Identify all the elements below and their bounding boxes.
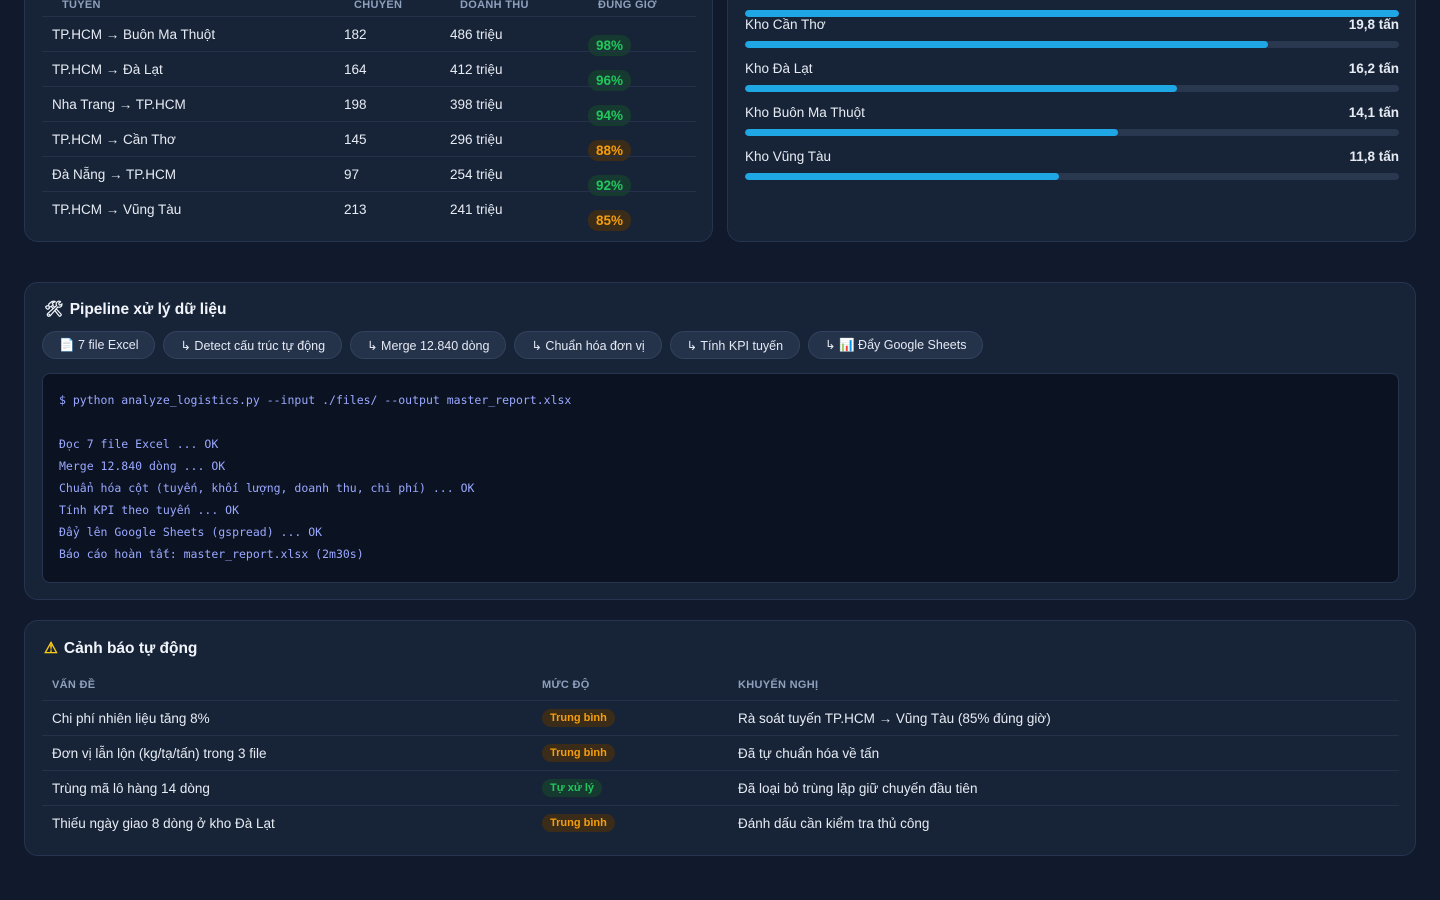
route-name: Đà Nẵng → TP.HCM (52, 167, 177, 182)
route-name: Nha Trang → TP.HCM (52, 97, 186, 112)
warehouse-value: 14,1 tấn (1348, 105, 1399, 120)
route-revenue: 412 triệu (450, 62, 503, 77)
pipeline-steps: 📄 7 file Excel ↳ Detect cấu trúc tự động ↳… (42, 331, 984, 359)
warehouse-value: 16,2 tấn (1348, 61, 1399, 76)
pipeline-title: 🛠 Pipeline xử lý dữ liệu (44, 300, 227, 319)
warehouse-bar-fill (745, 173, 1059, 180)
alerts-title-text: Cảnh báo tự động (63, 640, 198, 657)
ontime-badge: 85% (588, 210, 632, 231)
alert-issue: Đơn vị lẫn lộn (kg/tạ/tấn) trong 3 file (52, 746, 267, 761)
routes-table-header: TUYẾN CHUYẾN DOANH THU ĐÚNG GIỜ (52, 0, 696, 15)
route-name: TP.HCM → Cần Thơ (52, 132, 176, 147)
warehouse-name: Kho Buôn Ma Thuột (745, 105, 865, 120)
col-advice-header: KHUYẾN NGHỊ (738, 679, 819, 691)
route-revenue: 398 triệu (450, 97, 503, 112)
table-row: TP.HCM → Đà Lạt 164 412 triệu 96% (42, 51, 696, 91)
alert-advice: Đánh dấu cần kiểm tra thủ công (738, 816, 930, 831)
warehouse-name: Kho Đà Lạt (745, 61, 813, 76)
pipeline-step[interactable]: ↳ Detect cấu trúc tự động (163, 331, 343, 359)
col-route-header: TUYẾN (62, 0, 101, 11)
route-trips: 213 (344, 202, 367, 217)
alert-issue: Chi phí nhiên liệu tăng 8% (52, 711, 210, 726)
pipeline-step[interactable]: 📄 7 file Excel (42, 331, 156, 359)
table-row: TP.HCM → Buôn Ma Thuột 182 486 triệu 98% (42, 16, 696, 56)
route-name: TP.HCM → Đà Lạt (52, 62, 163, 77)
alerts-title: ⚠ Cảnh báo tự động (44, 639, 197, 658)
warehouse-bar-track (745, 129, 1399, 136)
terminal-line: Tính KPI theo tuyến ... OK (59, 503, 240, 517)
alert-issue: Trùng mã lô hàng 14 dòng (52, 781, 210, 796)
route-trips: 164 (344, 62, 367, 77)
warehouse-bar-track (745, 41, 1399, 48)
route-revenue: 296 triệu (450, 132, 503, 147)
alert-issue: Thiếu ngày giao 8 dòng ở kho Đà Lạt (52, 816, 275, 831)
terminal-line: $ python analyze_logistics.py --input ./… (59, 393, 572, 407)
pipeline-step[interactable]: ↳ Tính KPI tuyến (669, 331, 801, 359)
table-row: TP.HCM → Cần Thơ 145 296 triệu 88% (42, 121, 696, 161)
route-revenue: 254 triệu (450, 167, 503, 182)
terminal-line: Đọc 7 file Excel ... OK (59, 437, 219, 451)
terminal-output: $ python analyze_logistics.py --input ./… (42, 373, 1399, 583)
route-name: TP.HCM → Vũng Tàu (52, 202, 182, 217)
table-row: Chi phí nhiên liệu tăng 8% Trung bình Rà s… (42, 700, 1399, 736)
pipeline-step[interactable]: ↳ 📊 Đẩy Google Sheets (808, 331, 984, 359)
alert-advice: Rà soát tuyến TP.HCM → Vũng Tàu (85% đún… (738, 711, 1051, 726)
pipeline-step[interactable]: ↳ Merge 12.840 dòng (350, 331, 507, 359)
warehouse-item: Kho Buôn Ma Thuột 14,1 tấn (745, 105, 1399, 149)
warehouse-item: Kho Đà Lạt 16,2 tấn (745, 61, 1399, 105)
col-issue-header: VẤN ĐỀ (52, 679, 96, 691)
warehouse-value: 19,8 tấn (1348, 17, 1399, 32)
warehouse-bar-fill (745, 85, 1177, 92)
col-level-header: MỨC ĐỘ (542, 679, 590, 691)
warehouse-bar-fill (745, 129, 1118, 136)
pipeline-card: 🛠 Pipeline xử lý dữ liệu 📄 7 file Excel ↳ … (24, 282, 1416, 600)
terminal-line: Merge 12.840 dòng ... OK (59, 459, 226, 473)
route-trips: 145 (344, 132, 367, 147)
warehouse-bar-track (745, 173, 1399, 180)
terminal-line: Đẩy lên Google Sheets (gspread) ... OK (59, 525, 323, 539)
table-row: TP.HCM → Vũng Tàu 213 241 triệu 85% (42, 191, 696, 231)
col-trips-header: CHUYẾN (354, 0, 403, 11)
tools-icon: 🛠 (44, 301, 64, 318)
warehouse-name: Kho Vũng Tàu (745, 149, 832, 164)
route-revenue: 486 triệu (450, 27, 503, 42)
table-row: Đà Nẵng → TP.HCM 97 254 triệu 92% (42, 156, 696, 196)
warehouse-bar-track (745, 10, 1399, 17)
table-row: Nha Trang → TP.HCM 198 398 triệu 94% (42, 86, 696, 126)
severity-badge: Trung bình (542, 744, 615, 762)
severity-badge: Tự xử lý (542, 779, 603, 797)
col-ontime-header: ĐÚNG GIỜ (598, 0, 657, 11)
warehouse-bar-track (745, 85, 1399, 92)
terminal-line: Chuẩn hóa cột (tuyến, khối lượng, doanh … (59, 481, 475, 495)
route-trips: 97 (344, 167, 360, 182)
route-trips: 182 (344, 27, 367, 42)
severity-badge: Trung bình (542, 814, 615, 832)
warning-icon: ⚠ (44, 640, 58, 657)
alert-advice: Đã loại bỏ trùng lặp giữ chuyến đầu tiên (738, 781, 978, 796)
table-row: Đơn vị lẫn lộn (kg/tạ/tấn) trong 3 file T… (42, 735, 1399, 771)
warehouse-item: Kho Cần Thơ 19,8 tấn (745, 17, 1399, 61)
pipeline-step[interactable]: ↳ Chuẩn hóa đơn vị (514, 331, 662, 359)
table-row: Trùng mã lô hàng 14 dòng Tự xử lý Đã loại … (42, 770, 1399, 806)
terminal-line: Báo cáo hoàn tất: master_report.xlsx (2m… (59, 547, 364, 561)
warehouse-bar-fill (745, 10, 1399, 17)
col-revenue-header: DOANH THU (460, 0, 529, 11)
route-revenue: 241 triệu (450, 202, 503, 217)
warehouse-value: 11,8 tấn (1349, 149, 1399, 164)
pipeline-title-text: Pipeline xử lý dữ liệu (69, 301, 227, 318)
warehouse-volume-card: Kho Cần Thơ 19,8 tấn Kho Đà Lạt 16,2 tấn Kho… (727, 0, 1416, 242)
alerts-card: ⚠ Cảnh báo tự động VẤN ĐỀ MỨC ĐỘ KHUYẾN N… (24, 620, 1416, 856)
warehouse-item: Kho Vũng Tàu 11,8 tấn (745, 149, 1399, 193)
warehouse-bar-fill (745, 41, 1269, 48)
severity-badge: Trung bình (542, 709, 615, 727)
route-trips: 198 (344, 97, 367, 112)
table-row: Thiếu ngày giao 8 dòng ở kho Đà Lạt Trung… (42, 805, 1399, 841)
routes-card: TUYẾN CHUYẾN DOANH THU ĐÚNG GIỜ TP.HCM →… (24, 0, 713, 242)
warehouse-name: Kho Cần Thơ (745, 17, 826, 32)
route-name: TP.HCM → Buôn Ma Thuột (52, 27, 216, 42)
alert-advice: Đã tự chuẩn hóa về tấn (738, 746, 880, 761)
